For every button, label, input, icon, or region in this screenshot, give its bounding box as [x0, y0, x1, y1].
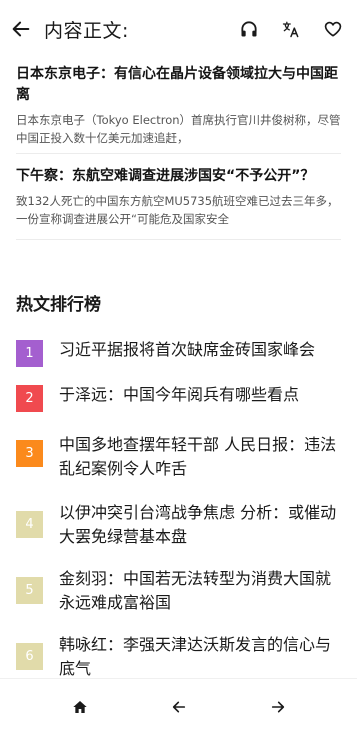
hot-list-heading: 热文排行榜: [16, 295, 101, 315]
hot-list-item[interactable]: 4 以伊冲突引台湾战争焦虑 分析：或催动大罢免绿营基本盘: [16, 501, 341, 567]
related-article[interactable]: 日本东京电子：有信心在晶片设备领域拉大与中国距离 日本东京电子（Tokyo El…: [16, 58, 341, 154]
back-arrow-icon: [12, 21, 30, 37]
home-icon: [72, 701, 87, 713]
forward-arrow-icon: [271, 701, 284, 713]
home-button[interactable]: [60, 687, 100, 727]
headphones-icon: [241, 21, 257, 37]
hot-list-item[interactable]: 3 中国多地查摆年轻干部 人民日报：违法乱纪案例令人咋舌: [16, 433, 341, 501]
hot-list-item-title: 中国多地查摆年轻干部 人民日报：违法乱纪案例令人咋舌: [59, 435, 337, 478]
related-article[interactable]: 下午察：东航空难调查进展涉国安“不予公开”？ 致132人死亡的中国东方航空MU5…: [16, 154, 341, 240]
listen-button[interactable]: [235, 15, 263, 43]
rank-badge: 2: [16, 385, 43, 412]
favorite-button[interactable]: [319, 15, 347, 43]
hot-list-item-title: 习近平据报将首次缺席金砖国家峰会: [59, 340, 316, 359]
hot-list-item-title: 于泽远：中国今年阅兵有哪些看点: [59, 385, 300, 404]
back-arrow-icon: [172, 701, 185, 713]
back-button[interactable]: [0, 0, 44, 58]
next-button[interactable]: [258, 687, 298, 727]
rank-badge: 5: [16, 577, 43, 604]
rank-badge: 3: [16, 440, 43, 467]
header-actions: [235, 0, 347, 58]
hot-list-item[interactable]: 5 金刻羽：中国若无法转型为消费大国就永远难成富裕国: [16, 567, 341, 633]
hot-list: 1 习近平据报将首次缺席金砖国家峰会 2 于泽远：中国今年阅兵有哪些看点 3 中…: [16, 338, 341, 693]
hot-list-item[interactable]: 2 于泽远：中国今年阅兵有哪些看点: [16, 383, 341, 433]
hot-list-item-title: 韩咏红：李强天津达沃斯发言的信心与底气: [59, 635, 332, 678]
related-article-snippet: 致132人死亡的中国东方航空MU5735航班空难已过去三年多，一份宣称调查进展公…: [16, 194, 339, 226]
related-articles: 日本东京电子：有信心在晶片设备领域拉大与中国距离 日本东京电子（Tokyo El…: [0, 58, 357, 240]
related-article-title: 日本东京电子：有信心在晶片设备领域拉大与中国距离: [16, 66, 338, 103]
rank-badge: 1: [16, 340, 43, 367]
hot-list-item-title: 以伊冲突引台湾战争焦虑 分析：或催动大罢免绿营基本盘: [59, 503, 337, 546]
previous-button[interactable]: [159, 687, 199, 727]
app: 内容正文: 日本东京电子：有信心在晶片设备领域拉大与中国距离 日本东京电子（To…: [0, 0, 357, 735]
hot-list-item-title: 金刻羽：中国若无法转型为消费大国就永远难成富裕国: [59, 569, 332, 612]
bottom-nav: [0, 678, 357, 735]
top-bar: 内容正文:: [0, 0, 357, 58]
rank-badge: 4: [16, 511, 43, 538]
related-article-title: 下午察：东航空难调查进展涉国安“不予公开”？: [16, 168, 315, 184]
heart-icon: [324, 21, 342, 37]
translate-icon: [282, 21, 299, 38]
hot-list-item[interactable]: 1 习近平据报将首次缺席金砖国家峰会: [16, 338, 341, 380]
rank-badge: 6: [16, 643, 43, 670]
related-article-snippet: 日本东京电子（Tokyo Electron）首席执行官川井俊树称，尽管中国正投入…: [16, 113, 341, 145]
page-title: 内容正文:: [44, 19, 129, 42]
text-size-button[interactable]: [277, 15, 305, 43]
